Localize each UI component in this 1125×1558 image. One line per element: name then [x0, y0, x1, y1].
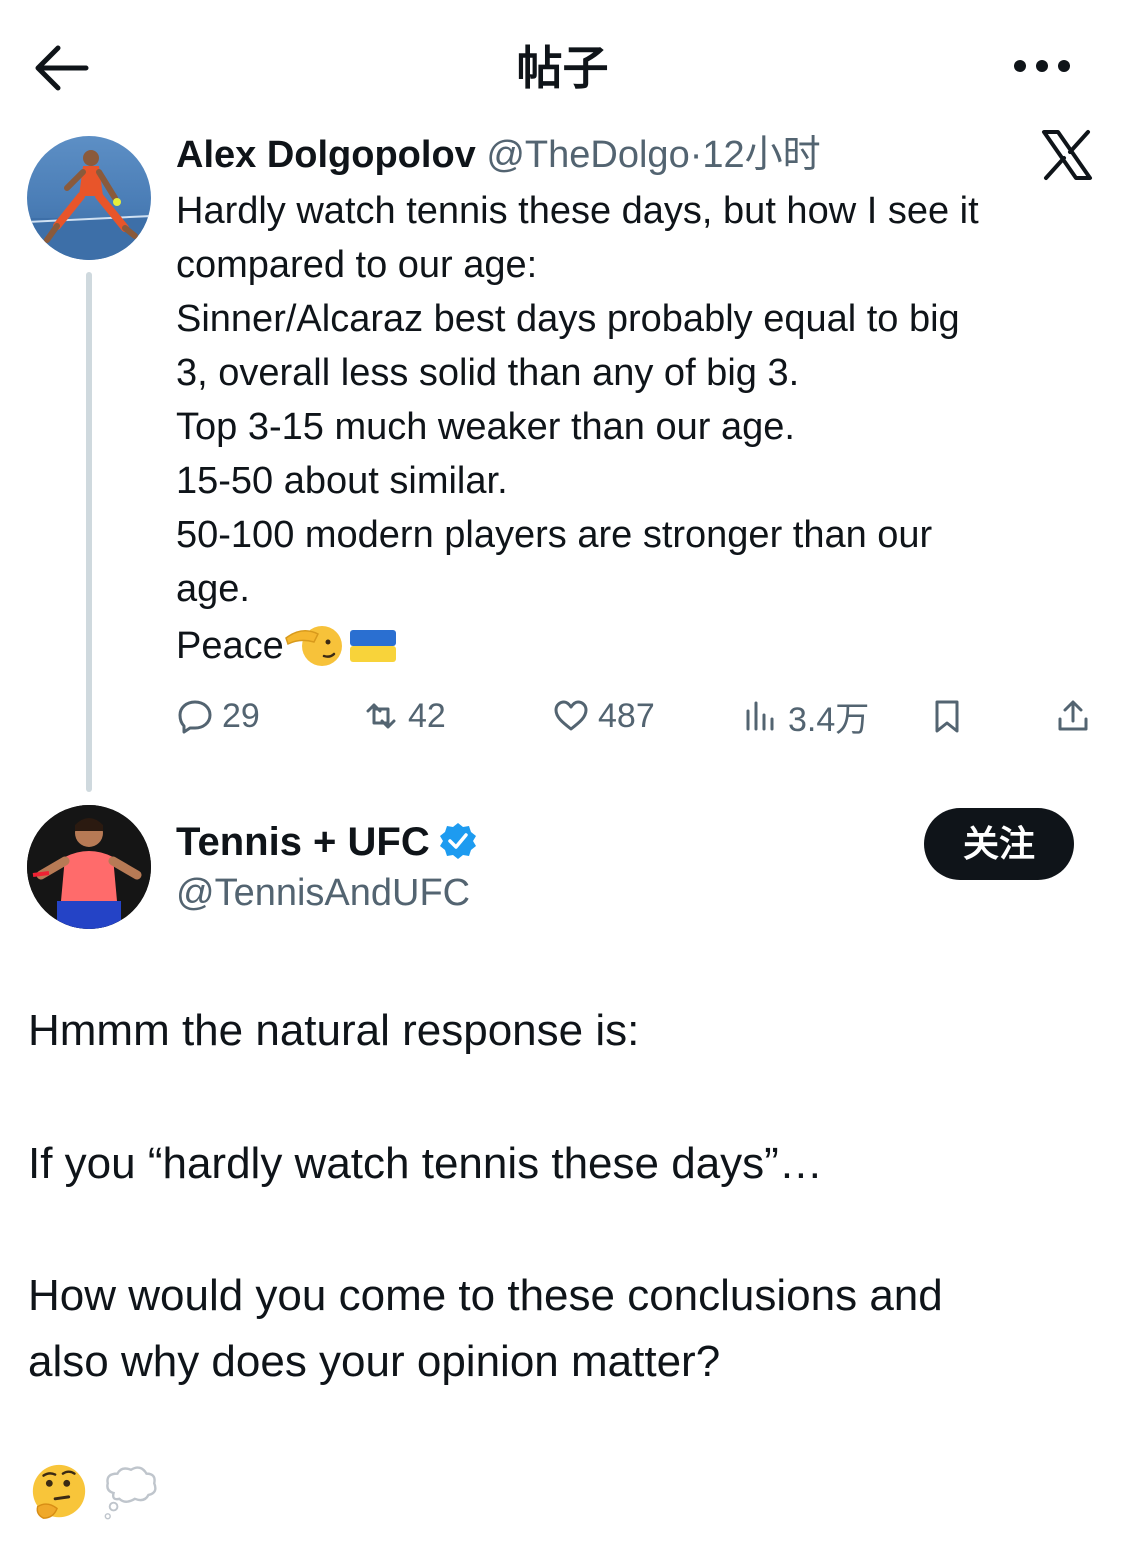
repost-button[interactable]: 42 [362, 690, 446, 742]
tweet1-author-name[interactable]: Alex Dolgopolov [176, 134, 476, 176]
tweet1-line: Peace [176, 625, 284, 667]
follow-button[interactable]: 关注 [924, 808, 1074, 880]
bookmark-icon [935, 700, 959, 733]
repost-count: 42 [408, 696, 446, 735]
heart-icon [554, 700, 588, 731]
tweet2-line: Hmmm the natural response is: [28, 1006, 640, 1055]
tweet1-line: 15-50 about similar. [176, 460, 508, 502]
avatar-alex-dolgopolov[interactable] [27, 136, 151, 260]
thinking-face-icon [32, 1464, 86, 1519]
tweet1-timestamp[interactable]: 12小时 [702, 134, 820, 176]
tweet1-separator: · [689, 134, 703, 176]
tweet2-line: How would you come to these conclusions … [28, 1271, 943, 1320]
tweet1-author-handle[interactable]: @TheDolgo [486, 134, 689, 176]
tweet2-emojis [28, 1462, 168, 1526]
thread-connector-line [86, 272, 92, 792]
avatar-tennis-ufc[interactable] [27, 805, 151, 929]
tweet1-header: Alex Dolgopolov @TheDolgo·12小时 [176, 128, 821, 182]
tweet2-author-name-row[interactable]: Tennis + UFC [176, 814, 478, 870]
tweet1-text: Hardly watch tennis these days, but how … [176, 184, 1106, 670]
views-count: 3.4万 [788, 700, 870, 739]
like-button[interactable]: 487 [552, 690, 655, 742]
tennis-player-avatar-image [27, 805, 151, 929]
tweet1-line: Hardly watch tennis these days, but how … [176, 190, 979, 232]
tennis-player-avatar-image [27, 150, 151, 260]
share-icon [1058, 700, 1088, 731]
tweet1-line: age. [176, 568, 250, 610]
like-count: 487 [598, 696, 655, 735]
x-logo-icon [1040, 128, 1094, 182]
page-title: 帖子 [516, 42, 609, 94]
bookmark-button[interactable] [928, 690, 974, 742]
tweet1-line: Sinner/Alcaraz best days probably equal … [176, 298, 960, 340]
thought-balloon-icon [104, 1466, 157, 1520]
repost-icon [366, 703, 396, 729]
share-button[interactable] [1054, 690, 1100, 742]
tweet2-author-handle[interactable]: @TennisAndUFC [176, 866, 470, 920]
reply-count: 29 [222, 696, 260, 735]
saluting-face-icon [284, 626, 342, 666]
views-button[interactable]: 3.4万 [742, 690, 869, 742]
tweet1-line: 3, overall less solid than any of big 3. [176, 352, 800, 394]
tweet2-line: also why does your opinion matter? [28, 1337, 721, 1386]
tweet2-author-name[interactable]: Tennis + UFC [176, 820, 430, 864]
more-horizontal-icon [1014, 60, 1070, 72]
verified-badge-icon [439, 823, 476, 859]
reply-icon [178, 700, 212, 734]
views-chart-icon [746, 701, 774, 731]
ukraine-flag-icon [349, 630, 396, 662]
tweet1-line: Top 3-15 much weaker than our age. [176, 406, 795, 448]
more-button[interactable] [1000, 38, 1084, 98]
tweet1-actions-bar: 29 42 487 3.4万 [176, 690, 1096, 742]
tweet1-line: compared to our age: [176, 244, 538, 286]
tweet1-peace-line: Peace [176, 616, 1106, 670]
reply-button[interactable]: 29 [176, 690, 260, 742]
tweet1-line: 50-100 modern players are stronger than … [176, 514, 933, 556]
tweet2-line: If you “hardly watch tennis these days”… [28, 1139, 823, 1188]
